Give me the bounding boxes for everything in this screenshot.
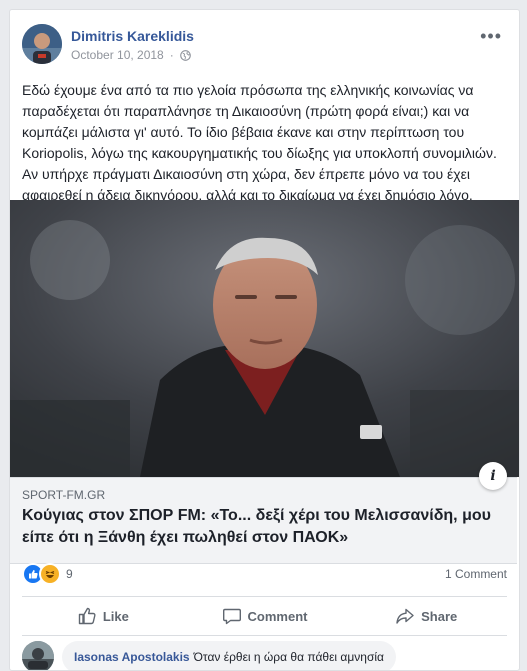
action-bar: Like Comment Share [22, 596, 507, 636]
link-domain: SPORT-FM.GR [22, 488, 106, 502]
post-header: Dimitris Kareklidis October 10, 2018 · •… [22, 22, 502, 66]
comments-count[interactable]: 1 Comment [445, 567, 507, 581]
meta-separator: · [169, 48, 174, 62]
comment-item: Iasonas Apostolakis Όταν έρθει η ώρα θα π… [22, 639, 507, 670]
reaction-count: 9 [66, 567, 73, 581]
thumbs-up-icon [78, 607, 96, 625]
link-title[interactable]: Κούγιας στον ΣΠΟΡ FM: «Το... δεξί χέρι τ… [22, 505, 492, 549]
author-name[interactable]: Dimitris Kareklidis [71, 28, 194, 44]
comment-bubble: Iasonas Apostolakis Όταν έρθει η ώρα θα π… [62, 641, 396, 670]
like-label: Like [102, 608, 129, 624]
comment-icon [222, 608, 241, 625]
reactions-summary[interactable]: 9 [22, 563, 73, 585]
haha-reaction-icon [39, 563, 61, 585]
post-date[interactable]: October 10, 2018 [71, 48, 164, 62]
globe-icon[interactable] [179, 49, 191, 61]
share-button[interactable]: Share [345, 597, 507, 635]
post-text: Εδώ έχουμε ένα από τα πιο γελοία πρόσωπα… [22, 82, 497, 203]
commenter-name[interactable]: Iasonas Apostolakis [74, 650, 190, 664]
commenter-avatar[interactable] [22, 641, 54, 670]
post-meta: October 10, 2018 · [71, 48, 191, 62]
comment-text: Όταν έρθει η ώρα θα πάθει αμνησία [193, 650, 384, 664]
comment-button[interactable]: Comment [184, 597, 346, 635]
share-label: Share [421, 608, 458, 624]
author-avatar[interactable] [22, 24, 62, 64]
post-card: Dimitris Kareklidis October 10, 2018 · •… [9, 9, 520, 671]
share-icon [396, 608, 414, 624]
link-preview-image[interactable] [10, 200, 519, 477]
link-preview[interactable]: i SPORT-FM.GR Κούγιας στον ΣΠΟΡ FM: «Το.… [10, 462, 517, 564]
like-button[interactable]: Like [22, 597, 184, 635]
info-icon[interactable]: i [479, 462, 507, 490]
comment-label: Comment [247, 608, 308, 624]
post-stats: 9 1 Comment [22, 563, 507, 587]
more-options-icon[interactable]: ••• [480, 26, 502, 47]
